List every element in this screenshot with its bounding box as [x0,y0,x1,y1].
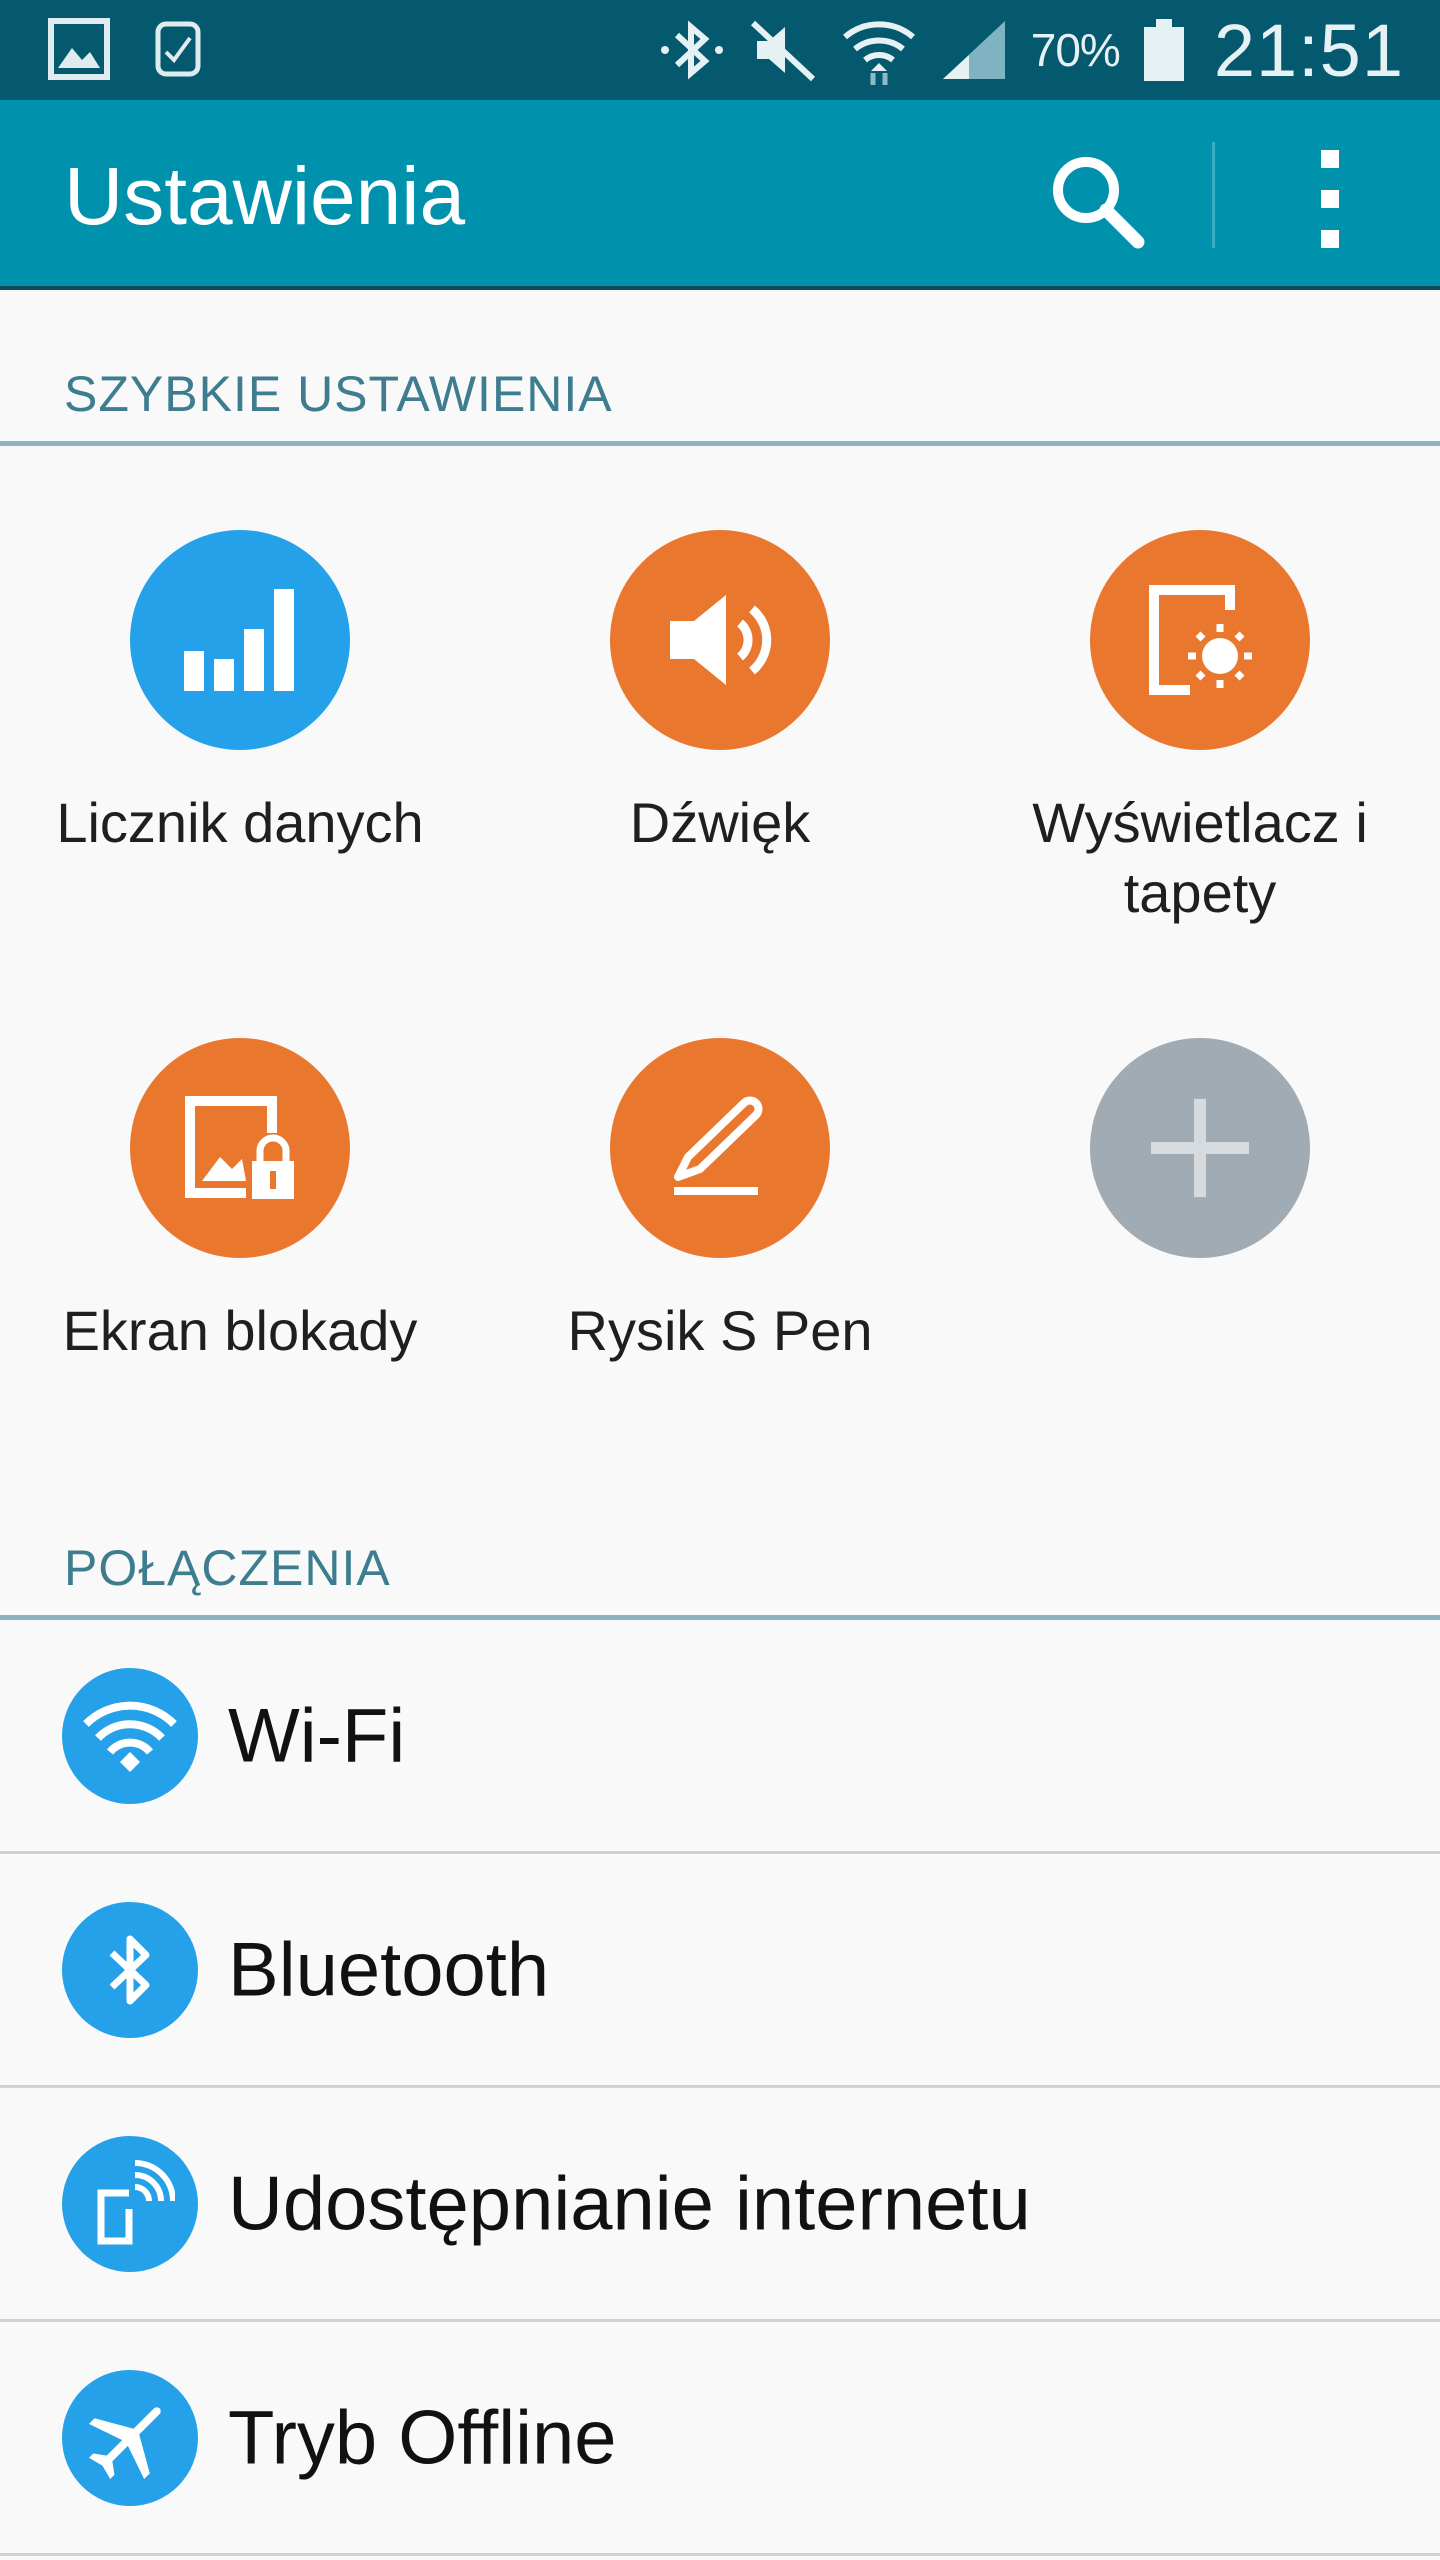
bluetooth-icon [657,17,727,83]
list-item-airplane-mode[interactable]: Tryb Offline [0,2322,1440,2556]
quick-setting-data-usage[interactable]: Licznik danych [0,530,480,858]
list-item-label: Tryb Offline [228,2395,617,2480]
page-title: Ustawienia [64,151,466,242]
search-button[interactable] [1046,150,1146,250]
clock: 21:51 [1213,8,1404,92]
add-icon [1090,1038,1310,1258]
watch-icon [152,18,204,80]
tile-label: Rysik S Pen [567,1299,873,1362]
section-header-connections: POŁĄCZENIA [0,1460,1440,1620]
mute-icon [749,17,819,83]
battery-icon [1142,17,1186,83]
data-usage-icon [130,530,350,750]
wifi-icon [841,15,917,85]
tile-label: Ekran blokady [62,1299,418,1362]
wifi-icon [62,1667,198,1804]
list-item-tethering[interactable]: Udostępnianie internetu [0,2088,1440,2322]
more-options-icon [1321,150,1339,168]
display-icon [1090,530,1310,750]
search-icon [1053,157,1145,249]
list-item-label: Bluetooth [228,1927,550,2012]
quick-setting-s-pen[interactable]: Rysik S Pen [480,1038,960,1366]
pen-icon [610,1038,830,1258]
more-options-dot [1321,190,1339,208]
tethering-icon [62,2135,198,2272]
bluetooth-icon [62,1901,198,2038]
section-title: POŁĄCZENIA [64,1540,391,1596]
list-item-bluetooth[interactable]: Bluetooth [0,1854,1440,2088]
tile-label: Dźwięk [629,791,811,854]
section-title: SZYBKIE USTAWIENIA [64,366,613,422]
battery-percent: 70% [1030,24,1121,76]
status-notifications [48,18,204,80]
more-options-button[interactable] [1290,144,1370,254]
signal-icon [939,17,1009,83]
action-bar: Ustawienia [0,100,1440,290]
list-item-label: Wi-Fi [228,1693,406,1778]
tile-label: Licznik danych [56,791,424,854]
quick-setting-display[interactable]: Wyświetlacz i tapety [960,530,1440,928]
quick-setting-sound[interactable]: Dźwięk [480,530,960,858]
gallery-icon [48,18,110,80]
quick-setting-lock-screen[interactable]: Ekran blokady [0,1038,480,1366]
quick-setting-add[interactable] [960,1038,1440,1296]
status-bar: 70% 21:51 [0,0,1440,100]
action-bar-divider [1212,142,1215,248]
tile-label: Wyświetlacz i tapety [1032,791,1368,924]
sound-icon [610,530,830,750]
lock-screen-icon [130,1038,350,1258]
more-options-dot [1321,230,1339,248]
list-item-wifi[interactable]: Wi-Fi [0,1620,1440,1854]
section-header-quick-settings: SZYBKIE USTAWIENIA [0,290,1440,446]
airplane-icon [62,2369,198,2506]
list-item-label: Udostępnianie internetu [228,2161,1031,2246]
status-indicators: 70% 21:51 [657,0,1404,100]
